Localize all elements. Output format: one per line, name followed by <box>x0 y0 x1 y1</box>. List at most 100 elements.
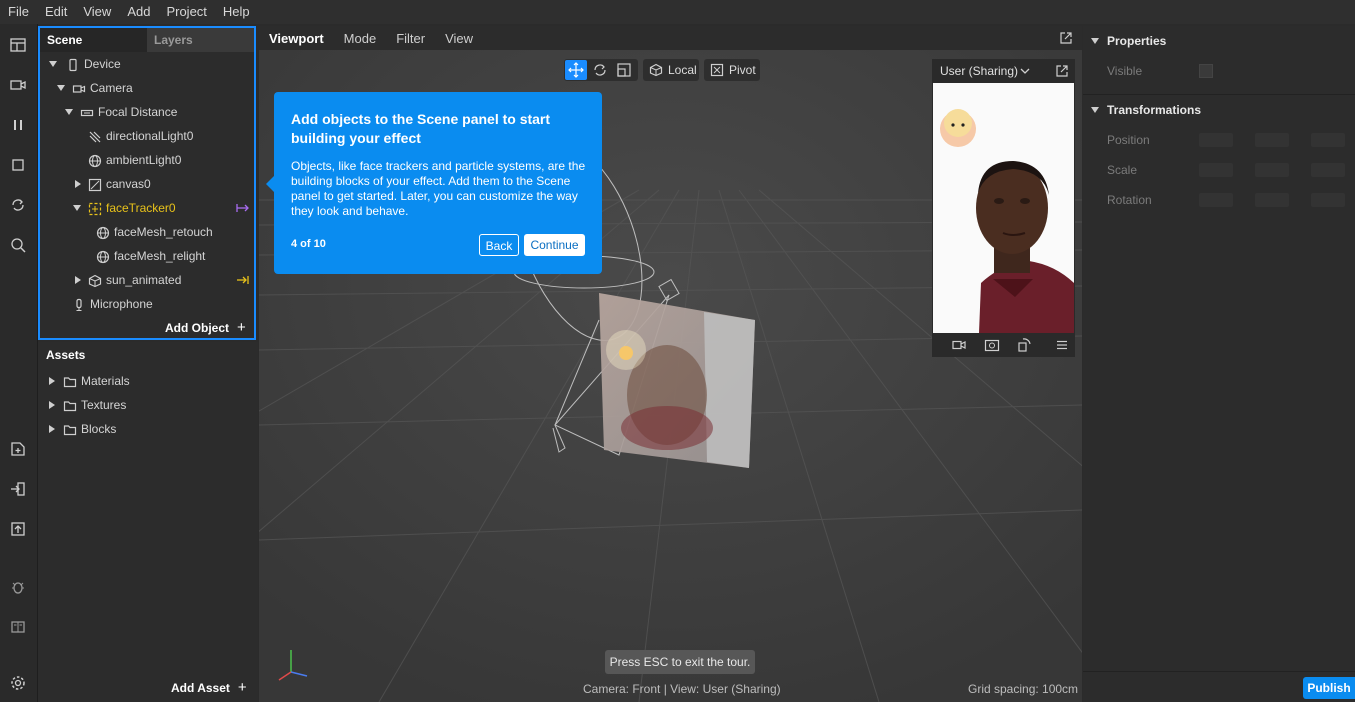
viewport-header: Viewport Mode Filter View <box>259 26 1082 50</box>
camera-flip-icon[interactable] <box>984 337 1000 353</box>
expand-caret-icon[interactable] <box>75 276 81 284</box>
tree-item-microphone[interactable]: Microphone <box>72 292 153 316</box>
ambient-light-icon <box>88 154 102 167</box>
scale-z-field[interactable] <box>1311 163 1345 177</box>
divider <box>1083 671 1355 672</box>
tour-body: Objects, like face trackers and particle… <box>291 159 586 218</box>
tree-item-canvas[interactable]: canvas0 <box>88 172 151 196</box>
transformations-title: Transformations <box>1107 103 1202 117</box>
settings-gear-icon[interactable] <box>7 672 29 694</box>
scale-x-field[interactable] <box>1199 163 1233 177</box>
tree-item-face-mesh-retouch[interactable]: faceMesh_retouch <box>96 220 213 244</box>
preview-camera-feed <box>933 83 1074 333</box>
video-icon[interactable] <box>7 74 29 96</box>
tree-item-label: Device <box>84 57 121 71</box>
viewport-status: Camera: Front | View: User (Sharing) <box>583 682 781 696</box>
expand-caret-icon[interactable] <box>49 377 55 385</box>
expand-caret-icon[interactable] <box>73 205 81 211</box>
tour-step: 4 of 10 <box>291 238 326 250</box>
open-external-icon[interactable] <box>1055 64 1069 78</box>
publish-button[interactable]: Publish <box>1303 677 1355 699</box>
expand-caret-icon[interactable] <box>65 109 73 115</box>
stop-icon[interactable] <box>7 154 29 176</box>
tree-item-device[interactable]: Device <box>66 52 121 76</box>
menu-add[interactable]: Add <box>119 0 158 24</box>
tree-item-label: directionalLight0 <box>106 129 194 143</box>
menu-help[interactable]: Help <box>215 0 258 24</box>
video-icon[interactable] <box>952 338 966 352</box>
menu-view[interactable]: View <box>75 0 119 24</box>
scale-tool-icon[interactable] <box>613 60 635 80</box>
layout-icon[interactable] <box>7 34 29 56</box>
preview-dropdown[interactable]: User (Sharing) <box>940 64 1018 78</box>
pause-icon[interactable] <box>7 114 29 136</box>
continue-button[interactable]: Continue <box>524 234 585 256</box>
refresh-icon[interactable] <box>7 194 29 216</box>
expand-caret-icon[interactable] <box>57 85 65 91</box>
menu-project[interactable]: Project <box>158 0 214 24</box>
pivot-toggle[interactable]: Pivot <box>704 59 760 81</box>
back-button[interactable]: Back <box>479 234 519 256</box>
menu-edit[interactable]: Edit <box>37 0 75 24</box>
position-z-field[interactable] <box>1311 133 1345 147</box>
tree-item-face-mesh-relight[interactable]: faceMesh_relight <box>96 244 205 268</box>
expand-caret-icon[interactable] <box>49 401 55 409</box>
plus-icon: + <box>237 319 246 336</box>
asset-folder-textures[interactable]: Textures <box>63 393 126 417</box>
tree-item-face-tracker[interactable]: faceTracker0 <box>88 196 176 220</box>
local-toggle[interactable]: Local <box>643 59 699 81</box>
position-y-field[interactable] <box>1255 133 1289 147</box>
visible-label: Visible <box>1107 64 1143 78</box>
rotation-x-field[interactable] <box>1199 193 1233 207</box>
rotate-tool-icon[interactable] <box>589 60 611 80</box>
tab-scene[interactable]: Scene <box>40 28 147 52</box>
collapse-caret-icon[interactable] <box>1091 107 1099 113</box>
tree-item-sun-animated[interactable]: sun_animated <box>88 268 181 292</box>
link-arrow-icon[interactable] <box>236 275 250 285</box>
login-icon[interactable] <box>7 478 29 500</box>
add-asset-button[interactable]: Add Asset + <box>171 678 247 698</box>
preview-header: User (Sharing) <box>932 59 1075 83</box>
rotation-y-field[interactable] <box>1255 193 1289 207</box>
export-icon[interactable] <box>7 518 29 540</box>
add-asset-label: Add Asset <box>171 681 230 695</box>
tab-mode[interactable]: Mode <box>334 31 387 46</box>
menu-file[interactable]: File <box>0 0 37 24</box>
rotation-z-field[interactable] <box>1311 193 1345 207</box>
asset-folder-materials[interactable]: Materials <box>63 369 130 393</box>
position-x-field[interactable] <box>1199 133 1233 147</box>
expand-caret-icon[interactable] <box>75 180 81 188</box>
expand-caret-icon[interactable] <box>49 425 55 433</box>
hamburger-menu-icon[interactable] <box>1055 338 1069 352</box>
move-tool-icon[interactable] <box>565 60 587 80</box>
scale-y-field[interactable] <box>1255 163 1289 177</box>
collapse-caret-icon[interactable] <box>1091 38 1099 44</box>
tab-layers[interactable]: Layers <box>147 28 254 52</box>
tree-item-focal-distance[interactable]: Focal Distance <box>80 100 177 124</box>
book-icon[interactable] <box>7 616 29 638</box>
asset-folder-blocks[interactable]: Blocks <box>63 417 116 441</box>
expand-caret-icon[interactable] <box>49 61 57 67</box>
new-project-icon[interactable] <box>7 438 29 460</box>
tab-filter[interactable]: Filter <box>386 31 435 46</box>
search-icon[interactable] <box>7 234 29 256</box>
open-external-icon[interactable] <box>1059 31 1073 45</box>
simulator-preview: User (Sharing) <box>932 59 1075 357</box>
add-object-button[interactable]: Add Object + <box>165 318 246 338</box>
tab-view[interactable]: View <box>435 31 483 46</box>
link-arrow-icon[interactable] <box>236 203 250 213</box>
chevron-down-icon[interactable] <box>1020 67 1030 75</box>
rotate-device-icon[interactable] <box>1017 337 1033 353</box>
cube-icon <box>649 63 663 77</box>
tree-item-ambient-light[interactable]: ambientLight0 <box>88 148 181 172</box>
tree-item-label: sun_animated <box>106 273 182 287</box>
bug-icon[interactable] <box>7 576 29 598</box>
divider <box>1083 94 1355 95</box>
tree-item-label: Microphone <box>90 297 153 311</box>
tree-item-directional-light[interactable]: directionalLight0 <box>88 124 193 148</box>
scale-label: Scale <box>1107 163 1138 177</box>
focal-distance-icon <box>80 109 94 116</box>
tab-viewport[interactable]: Viewport <box>259 31 334 46</box>
tree-item-camera[interactable]: Camera <box>72 76 133 100</box>
visible-checkbox[interactable] <box>1199 64 1213 78</box>
